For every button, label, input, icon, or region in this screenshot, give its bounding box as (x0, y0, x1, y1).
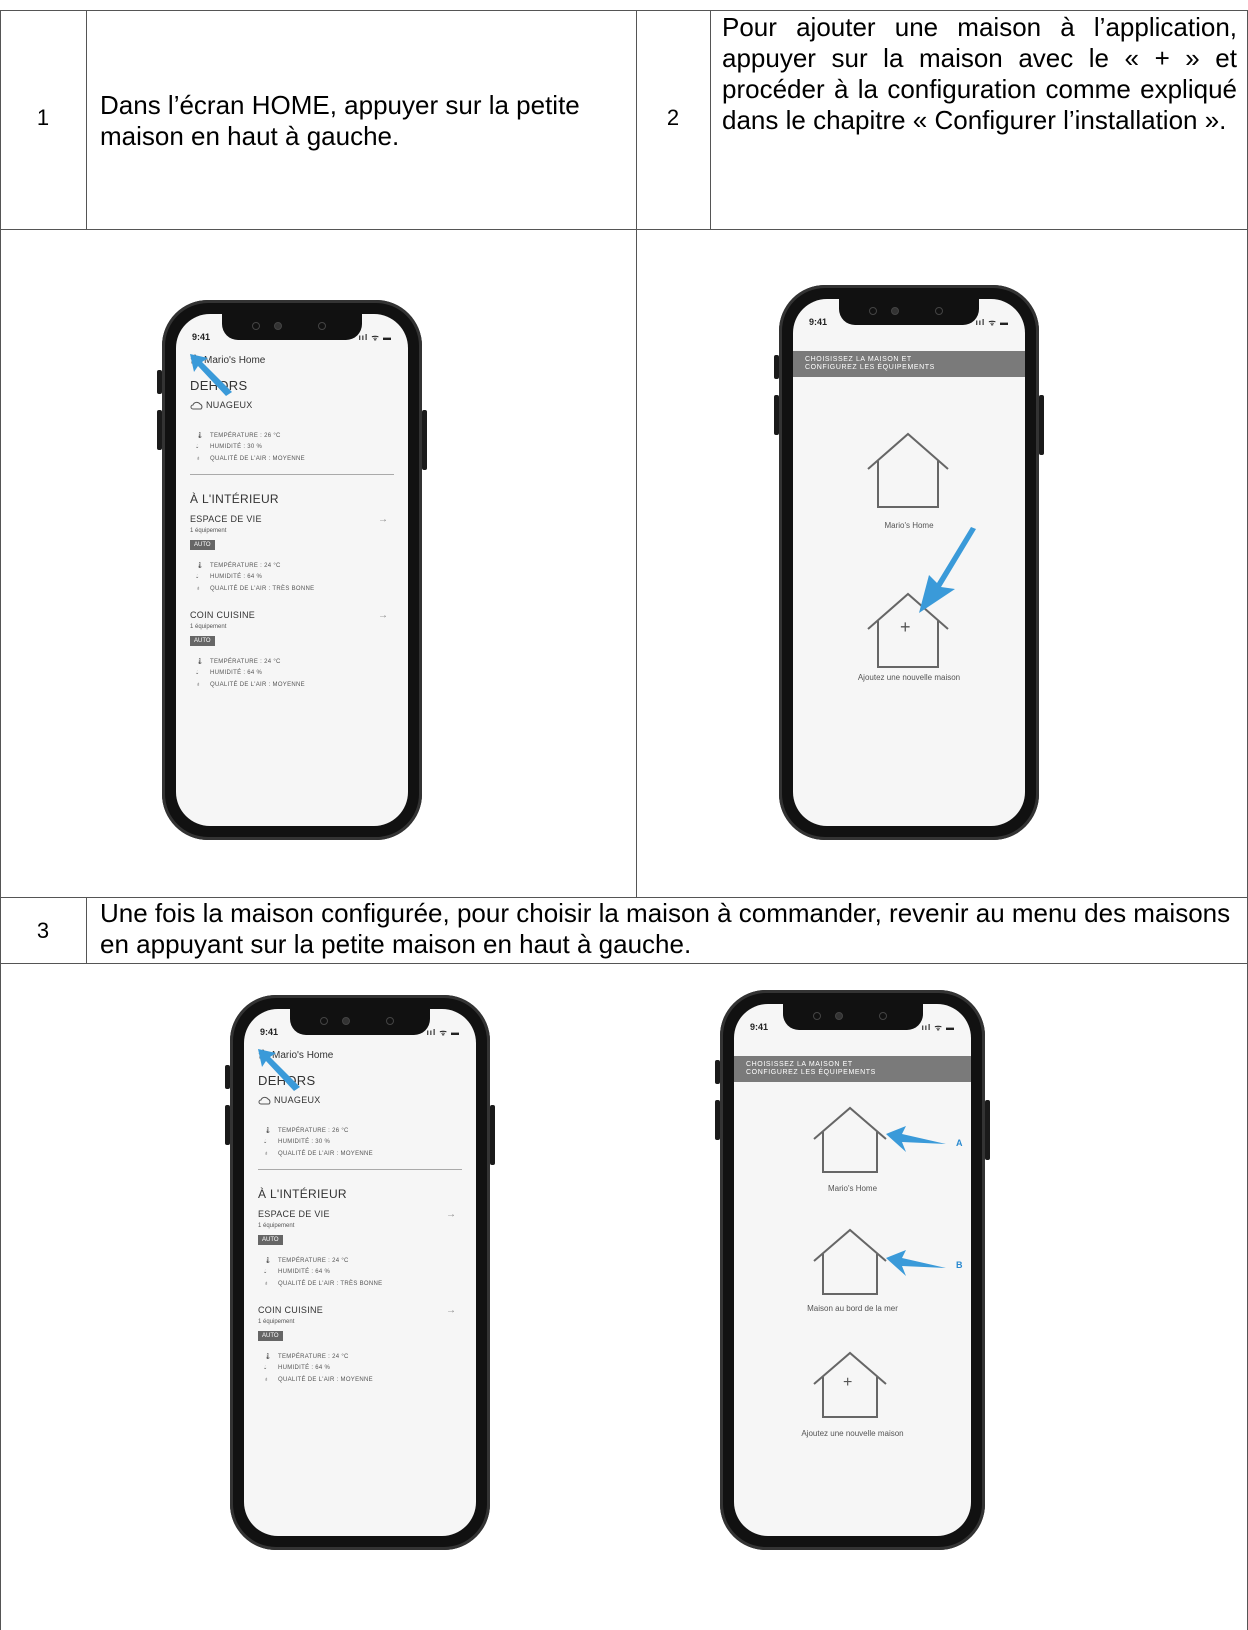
status-time: 9:41 (260, 1027, 279, 1037)
cloud-icon (190, 401, 203, 410)
room-name-2[interactable]: COIN CUISINE (190, 610, 255, 620)
pointer-arrow-icon (919, 527, 976, 613)
pointer-arrow-icon (258, 1049, 300, 1091)
status-icons: ııl ᯤ ▬ (921, 1023, 955, 1032)
add-home-label[interactable]: Ajoutez une nouvelle maison (734, 1429, 971, 1438)
room-name-1[interactable]: ESPACE DE VIE (258, 1209, 330, 1219)
room-arrow-icon[interactable]: → (378, 610, 388, 621)
room-count-1: 1 équipement (190, 528, 227, 534)
status-time: 9:41 (809, 317, 828, 327)
step-number-2: 2 (666, 105, 680, 130)
step-text-2: Pour ajouter une maison à l’application,… (722, 12, 1237, 135)
room2-temp: 🌡︎ TEMPÉRATURE : 24 °C (264, 1354, 349, 1360)
room-arrow-icon[interactable]: → (446, 1209, 456, 1220)
indoor-title: À L'INTÉRIEUR (258, 1187, 347, 1201)
house-icon[interactable] (810, 1104, 890, 1174)
indoor-title: À L'INTÉRIEUR (190, 492, 279, 506)
air-icon: ♁ (264, 1151, 269, 1157)
status-time: 9:41 (750, 1022, 769, 1032)
weather-label: NUAGEUX (274, 1095, 321, 1105)
step-text-1: Dans l’écran HOME, appuyer sur la petite… (100, 90, 580, 151)
room2-air: ♁ QUALITÉ DE L'AIR : MOYENNE (264, 1377, 373, 1383)
step-text-3: Une fois la maison configurée, pour choi… (100, 898, 1231, 959)
outdoor-air: ♁ QUALITÉ DE L'AIR : MOYENNE (264, 1151, 373, 1157)
home-label-1[interactable]: Mario's Home (734, 1184, 971, 1193)
room1-humidity: 💧︎ HUMIDITÉ : 64 % (264, 1269, 331, 1275)
air-icon: ♁ (264, 1281, 269, 1287)
room-mode-badge-2[interactable]: AUTO (190, 636, 215, 646)
room-mode-badge-2[interactable]: AUTO (258, 1331, 283, 1341)
room2-humidity: 💧︎ HUMIDITÉ : 64 % (264, 1365, 331, 1371)
thermometer-icon: 🌡︎ (264, 1354, 272, 1360)
drop-icon: 💧︎ (264, 1365, 267, 1371)
thermometer-icon: 🌡︎ (196, 659, 204, 665)
home-label-2[interactable]: Maison au bord de la mer (734, 1304, 971, 1313)
drop-icon: 💧︎ (264, 1139, 267, 1145)
marker-b: B (956, 1260, 963, 1270)
status-icons: ııl ᯤ ▬ (975, 318, 1009, 327)
outdoor-temp: 🌡︎ TEMPÉRATURE : 26 °C (264, 1128, 349, 1134)
add-home-label[interactable]: Ajoutez une nouvelle maison (793, 673, 1025, 682)
room-arrow-icon[interactable]: → (446, 1305, 456, 1316)
weather-label: NUAGEUX (206, 400, 253, 410)
outdoor-air: ♁ QUALITÉ DE L'AIR : MOYENNE (196, 456, 305, 462)
status-time: 9:41 (192, 332, 211, 342)
drop-icon: 💧︎ (196, 670, 199, 676)
room1-temp: 🌡︎ TEMPÉRATURE : 24 °C (264, 1258, 349, 1264)
phone-home-screen-1: 9:41ııl ᯤ ▬ Mario's Home DEHORS NUAGEUX … (157, 300, 427, 840)
thermometer-icon: 🌡︎ (196, 563, 204, 569)
marker-a: A (956, 1138, 963, 1148)
air-icon: ♁ (196, 586, 201, 592)
outdoor-humidity: 💧︎ HUMIDITÉ : 30 % (264, 1139, 331, 1145)
thermometer-icon: 🌡︎ (196, 433, 204, 439)
room-mode-badge-1[interactable]: AUTO (258, 1235, 283, 1245)
outdoor-humidity: 💧︎ HUMIDITÉ : 30 % (196, 444, 263, 450)
air-icon: ♁ (196, 456, 201, 462)
drop-icon: 💧︎ (196, 444, 199, 450)
room2-temp: 🌡︎ TEMPÉRATURE : 24 °C (196, 659, 281, 665)
pointer-arrow-icon (886, 1250, 946, 1276)
room2-air: ♁ QUALITÉ DE L'AIR : MOYENNE (196, 682, 305, 688)
room-arrow-icon[interactable]: → (378, 514, 388, 525)
room-count-1: 1 équipement (258, 1223, 295, 1229)
room-count-2: 1 équipement (258, 1319, 295, 1325)
status-icons: ııl ᯤ ▬ (358, 333, 392, 342)
thermometer-icon: 🌡︎ (264, 1258, 272, 1264)
room-count-2: 1 équipement (190, 624, 227, 630)
home-label-1[interactable]: Mario's Home (793, 521, 1025, 530)
house-icon[interactable] (863, 429, 953, 509)
phone-select-screen-2: 9:41 ııl ᯤ ▬ CHOISISSEZ LA MAISON ET CONFI… (774, 285, 1044, 840)
house-icon[interactable] (810, 1226, 890, 1296)
pointer-arrow-icon (886, 1126, 946, 1152)
room1-air: ♁ QUALITÉ DE L'AIR : TRÈS BONNE (196, 586, 315, 592)
air-icon: ♁ (264, 1377, 269, 1383)
select-banner: CHOISISSEZ LA MAISON ET CONFIGUREZ LES ÉQ… (793, 351, 1025, 377)
pointer-arrow-icon (190, 354, 232, 396)
room1-temp: 🌡︎ TEMPÉRATURE : 24 °C (196, 563, 281, 569)
status-icons: ııl ᯤ ▬ (426, 1028, 460, 1037)
drop-icon: 💧︎ (264, 1269, 267, 1275)
step-number-3: 3 (36, 918, 50, 943)
room2-humidity: 💧︎ HUMIDITÉ : 64 % (196, 670, 263, 676)
cloud-icon (258, 1096, 271, 1105)
room-mode-badge-1[interactable]: AUTO (190, 540, 215, 550)
room-name-2[interactable]: COIN CUISINE (258, 1305, 323, 1315)
plus-label: + (900, 617, 911, 637)
outdoor-temp: 🌡︎ TEMPÉRATURE : 26 °C (196, 433, 281, 439)
select-banner: CHOISISSEZ LA MAISON ET CONFIGUREZ LES ÉQ… (734, 1056, 971, 1082)
phone-home-screen-3: 9:41ııl ᯤ ▬ Mario's Home DEHORS NUAGEUX … (225, 995, 495, 1550)
drop-icon: 💧︎ (196, 574, 199, 580)
room-name-1[interactable]: ESPACE DE VIE (190, 514, 262, 524)
thermometer-icon: 🌡︎ (264, 1128, 272, 1134)
room1-humidity: 💧︎ HUMIDITÉ : 64 % (196, 574, 263, 580)
phone-select-screen-3: 9:41 ııl ᯤ ▬ CHOISISSEZ LA MAISON ET CONFI… (715, 990, 990, 1550)
step-number-1: 1 (36, 105, 50, 130)
air-icon: ♁ (196, 682, 201, 688)
plus-label: + (843, 1374, 853, 1391)
room1-air: ♁ QUALITÉ DE L'AIR : TRÈS BONNE (264, 1281, 383, 1287)
